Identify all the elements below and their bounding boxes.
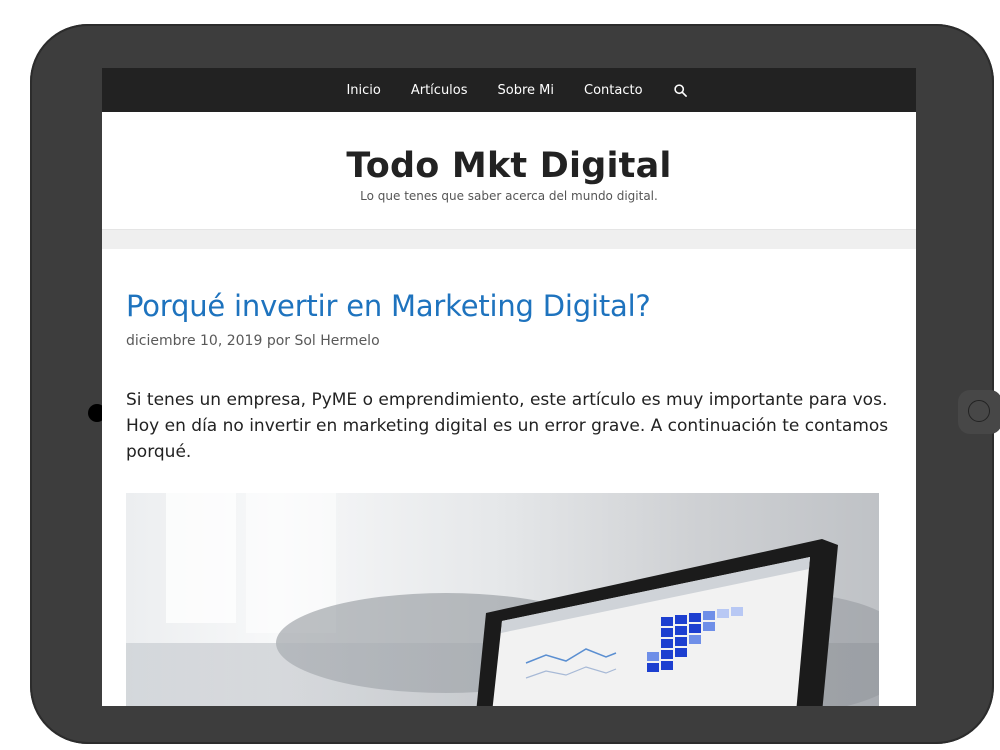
home-button-ring [968, 400, 990, 422]
navbar: Inicio Artículos Sobre Mi Contacto [102, 68, 916, 112]
section-separator [102, 230, 916, 249]
site-header: Todo Mkt Digital Lo que tenes que saber … [102, 112, 916, 230]
nav-item-inicio[interactable]: Inicio [346, 83, 380, 98]
post-title[interactable]: Porqué invertir en Marketing Digital? [126, 289, 892, 323]
post-article: Porqué invertir en Marketing Digital? di… [102, 289, 916, 706]
post-date[interactable]: diciembre 10, 2019 [126, 333, 262, 349]
featured-image[interactable] [126, 493, 879, 706]
post-meta: diciembre 10, 2019 por Sol Hermelo [126, 333, 892, 349]
nav-item-articulos[interactable]: Artículos [411, 83, 468, 98]
search-icon[interactable] [673, 83, 687, 97]
post-excerpt: Si tenes un empresa, PyME o emprendimien… [126, 390, 889, 462]
nav-item-contacto[interactable]: Contacto [584, 83, 643, 98]
site-title[interactable]: Todo Mkt Digital [102, 112, 916, 186]
browser-screen: Inicio Artículos Sobre Mi Contacto Todo … [102, 68, 916, 706]
post-by: por [266, 333, 291, 349]
post-author[interactable]: Sol Hermelo [294, 333, 379, 349]
nav-item-sobre-mi[interactable]: Sobre Mi [498, 83, 554, 98]
site-description: Lo que tenes que saber acerca del mundo … [360, 189, 658, 203]
home-button[interactable] [958, 390, 1000, 434]
